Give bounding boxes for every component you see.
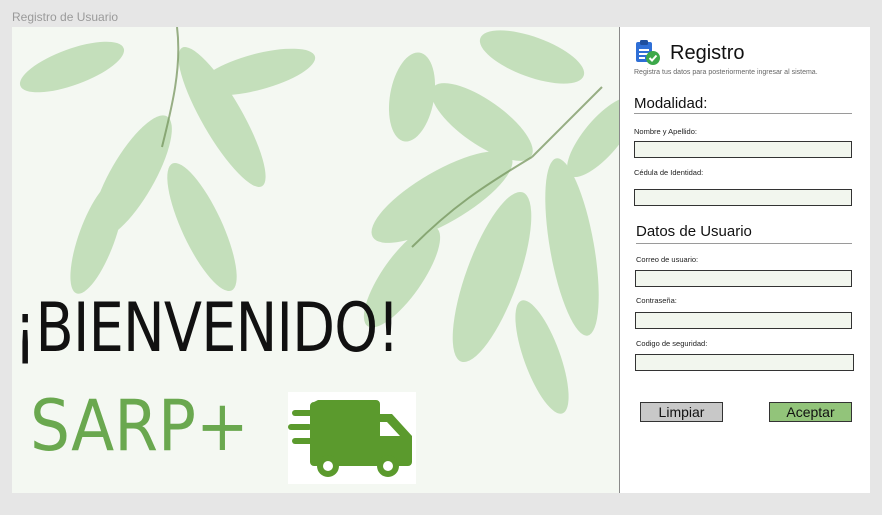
field-label-id: Cédula de Identidad: <box>634 168 704 177</box>
section-title-user-data: Datos de Usuario <box>636 223 752 240</box>
brand-name: SARP+ <box>30 385 249 467</box>
field-label-security-code: Codigo de seguridad: <box>636 339 708 348</box>
field-label-name: Nombre y Apellido: <box>634 127 697 136</box>
registration-form: Registro Registra tus datos para posteri… <box>620 27 870 493</box>
section-divider <box>636 243 852 244</box>
section-title-modalidad: Modalidad: <box>634 95 708 112</box>
clear-button[interactable]: Limpiar <box>640 402 723 422</box>
name-input[interactable] <box>634 141 852 158</box>
form-subtitle: Registra tus datos para posteriormente i… <box>634 69 818 76</box>
form-title: Registro <box>670 42 745 64</box>
field-label-password: Contraseña: <box>636 296 677 305</box>
password-input[interactable] <box>635 312 852 329</box>
accept-button[interactable]: Aceptar <box>769 402 852 422</box>
clipboard-check-icon <box>633 38 663 73</box>
hero-panel: ¡BIENVENIDO! SARP+ <box>12 27 619 493</box>
section-divider <box>634 113 852 114</box>
delivery-truck-icon <box>288 392 416 484</box>
security-code-input[interactable] <box>635 354 854 371</box>
window-title: Registro de Usuario <box>12 10 119 24</box>
field-label-email: Correo de usuario: <box>636 255 699 264</box>
id-number-input[interactable] <box>634 189 852 206</box>
welcome-heading: ¡BIENVENIDO! <box>14 289 400 368</box>
email-input[interactable] <box>635 270 852 287</box>
